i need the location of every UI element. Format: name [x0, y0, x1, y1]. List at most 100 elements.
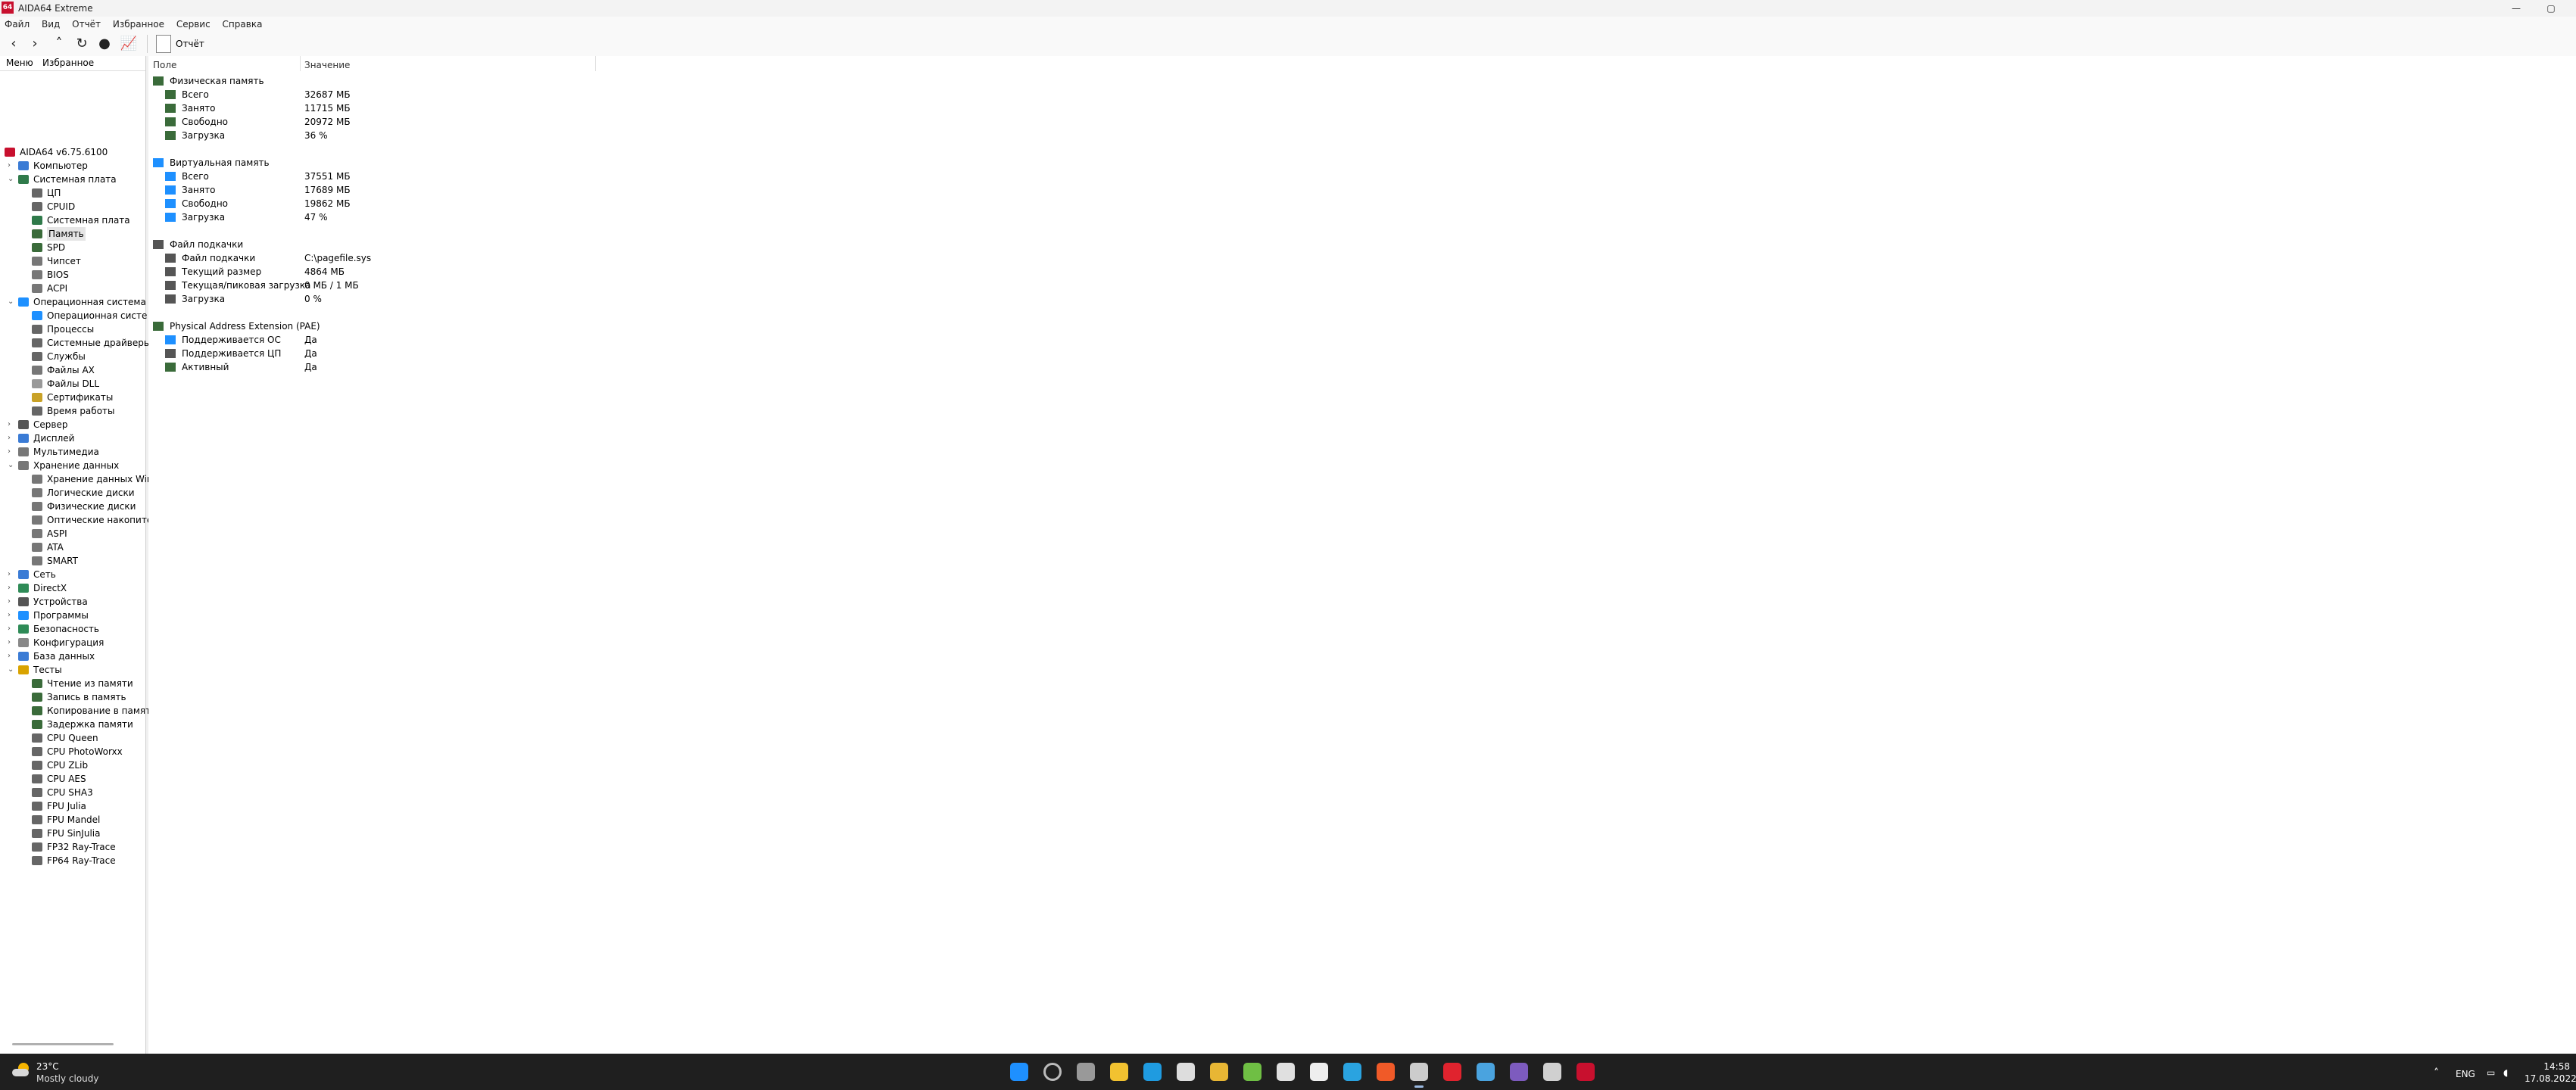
tree-item[interactable]: Копирование в памяти	[0, 704, 157, 718]
tree-item[interactable]: FPU SinJulia	[0, 827, 145, 840]
tree-item[interactable]: ACPI	[0, 282, 145, 295]
language-indicator[interactable]: ENG	[2456, 1069, 2475, 1079]
expand-chevron-icon[interactable]: ›	[8, 431, 11, 445]
tree-item[interactable]: Файлы DLL	[0, 377, 145, 391]
expand-chevron-icon[interactable]: ›	[8, 568, 11, 581]
opera-icon[interactable]	[1443, 1063, 1461, 1081]
tree-item[interactable]: Хранение данных Win	[0, 472, 153, 486]
tree-item[interactable]: Системная плата	[0, 213, 145, 227]
tree-item[interactable]: › Сеть	[0, 568, 145, 581]
store-icon[interactable]	[1177, 1063, 1195, 1081]
tree-item[interactable]: CPUID	[0, 200, 145, 213]
tab-favorites[interactable]: Избранное	[42, 58, 94, 68]
tree-item[interactable]: CPU ZLib	[0, 758, 145, 772]
tree-item[interactable]: Файлы AX	[0, 363, 145, 377]
menu-favorites[interactable]: Избранное	[108, 17, 169, 32]
collapse-chevron-icon[interactable]: ⌄	[8, 663, 14, 677]
collapse-chevron-icon[interactable]: ⌄	[8, 459, 14, 472]
menu-report[interactable]: Отчёт	[67, 17, 105, 32]
viber-icon[interactable]	[1510, 1063, 1528, 1081]
menu-help[interactable]: Справка	[218, 17, 267, 32]
tree-item[interactable]: Память	[0, 227, 145, 241]
tree-item[interactable]: Задержка памяти	[0, 718, 145, 731]
report-row[interactable]: Текущий размер 4864 МБ	[148, 265, 603, 279]
tree-item[interactable]: ⌄ Тесты	[0, 663, 145, 677]
report-group-header[interactable]: Виртуальная память	[148, 156, 603, 170]
tree-item[interactable]: › Мультимедиа	[0, 445, 145, 459]
tree-item[interactable]: CPU AES	[0, 772, 145, 786]
tree-item[interactable]: BIOS	[0, 268, 145, 282]
column-separator[interactable]	[300, 56, 301, 71]
tree-item[interactable]: Службы	[0, 350, 145, 363]
report-row[interactable]: Всего 32687 МБ	[148, 88, 603, 101]
chart-icon[interactable]: 📈	[120, 35, 138, 53]
tree-item[interactable]: FPU Mandel	[0, 813, 145, 827]
up-icon[interactable]: ˄	[50, 35, 68, 53]
expand-chevron-icon[interactable]: ›	[8, 418, 11, 431]
chevron-up-icon[interactable]: ˄	[2434, 1067, 2439, 1079]
clock-time[interactable]: 14:58	[2532, 1061, 2570, 1072]
snip-icon[interactable]	[1543, 1063, 1561, 1081]
expand-chevron-icon[interactable]: ›	[8, 636, 11, 649]
start-icon[interactable]	[1010, 1063, 1028, 1081]
tree-item[interactable]: › DirectX	[0, 581, 145, 595]
report-row[interactable]: Занято 17689 МБ	[148, 183, 603, 197]
tree-item[interactable]: Сертификаты	[0, 391, 145, 404]
tree-item[interactable]: FP64 Ray-Trace	[0, 854, 145, 867]
report-button-label[interactable]: Отчёт	[176, 39, 204, 49]
expand-chevron-icon[interactable]: ›	[8, 609, 11, 622]
tree-item[interactable]: CPU PhotoWorxx	[0, 745, 145, 758]
report-row[interactable]: Файл подкачки C:\pagefile.sys	[148, 251, 603, 265]
report-row[interactable]: Поддерживается ОС Да	[148, 333, 603, 347]
collapse-chevron-icon[interactable]: ⌄	[8, 295, 14, 309]
network-icon[interactable]: ▭	[2487, 1067, 2495, 1078]
report-row[interactable]: Текущая/пиковая загрузка 0 МБ / 1 МБ	[148, 279, 603, 292]
tree-item[interactable]: Логические диски	[0, 486, 145, 500]
minimize-icon[interactable]: —	[2499, 0, 2534, 17]
tree-item[interactable]: AIDA64 v6.75.6100	[0, 145, 145, 159]
tree-item[interactable]: CPU Queen	[0, 731, 145, 745]
menu-service[interactable]: Сервис	[172, 17, 215, 32]
tree-item[interactable]: Чипсет	[0, 254, 145, 268]
file-explorer-icon[interactable]	[1110, 1063, 1128, 1081]
tree-item[interactable]: › Сервер	[0, 418, 145, 431]
report-row[interactable]: Свободно 20972 МБ	[148, 115, 603, 129]
tree-item[interactable]: › Компьютер	[0, 159, 145, 173]
report-row[interactable]: Загрузка 36 %	[148, 129, 603, 142]
expand-chevron-icon[interactable]: ›	[8, 445, 11, 459]
notepad-icon[interactable]	[1477, 1063, 1495, 1081]
tree-item[interactable]: Оптические накопите	[0, 513, 152, 527]
task-view-icon[interactable]	[1077, 1063, 1095, 1081]
tree-item[interactable]: ⌄ Хранение данных	[0, 459, 145, 472]
tree-item[interactable]: Системные драйверы	[0, 336, 151, 350]
horizontal-scrollbar[interactable]	[12, 1043, 114, 1045]
chrome-icon[interactable]	[1210, 1063, 1228, 1081]
tree-item[interactable]: Время работы	[0, 404, 145, 418]
volume-icon[interactable]: ◖	[2503, 1067, 2508, 1078]
tree-item[interactable]: SPD	[0, 241, 145, 254]
maximize-icon[interactable]: ▢	[2534, 0, 2568, 17]
tree-item[interactable]: FPU Julia	[0, 799, 145, 813]
tree-item[interactable]: › Конфигурация	[0, 636, 145, 649]
tab-menu[interactable]: Меню	[6, 58, 33, 68]
expand-chevron-icon[interactable]: ›	[8, 649, 11, 663]
utorrent-icon[interactable]	[1243, 1063, 1261, 1081]
tree-item[interactable]: CPU SHA3	[0, 786, 145, 799]
yandex-icon[interactable]	[1310, 1063, 1328, 1081]
tree-item[interactable]: Процессы	[0, 322, 145, 336]
expand-chevron-icon[interactable]: ›	[8, 595, 11, 609]
user-icon[interactable]: ●	[95, 35, 114, 53]
column-separator[interactable]	[595, 56, 596, 71]
tree-item[interactable]: › Программы	[0, 609, 145, 622]
report-row[interactable]: Активный Да	[148, 360, 603, 374]
expand-chevron-icon[interactable]: ›	[8, 581, 11, 595]
tree-item[interactable]: › База данных	[0, 649, 145, 663]
menu-view[interactable]: Вид	[37, 17, 64, 32]
tree-item[interactable]: Запись в память	[0, 690, 145, 704]
tree-item[interactable]: ⌄ Системная плата	[0, 173, 145, 186]
tree-item[interactable]: Чтение из памяти	[0, 677, 145, 690]
edge-icon[interactable]	[1143, 1063, 1162, 1081]
weather-description[interactable]: Mostly cloudy	[36, 1073, 99, 1084]
tree-item[interactable]: ЦП	[0, 186, 145, 200]
expand-chevron-icon[interactable]: ›	[8, 159, 11, 173]
